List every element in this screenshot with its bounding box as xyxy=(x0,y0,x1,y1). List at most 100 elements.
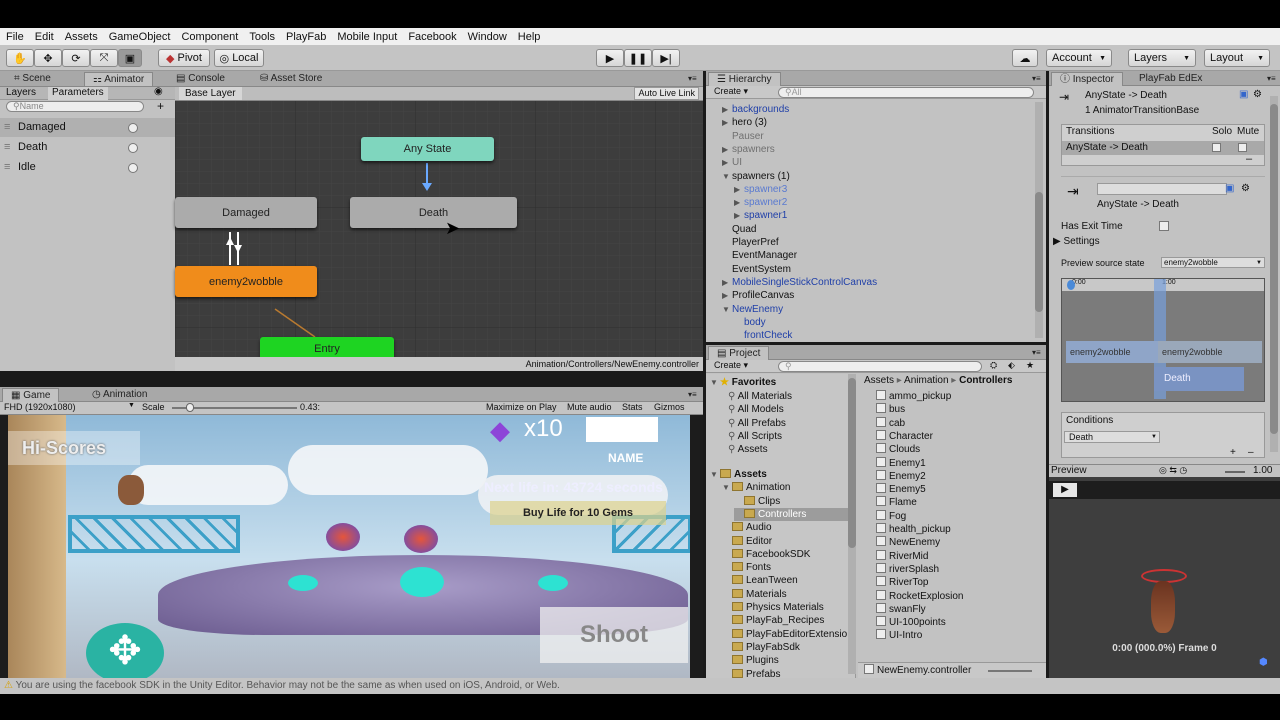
add-condition-button[interactable]: + xyxy=(1230,447,1236,458)
chevron-down-icon[interactable]: ▼ xyxy=(722,481,732,494)
play-button[interactable]: ▶ xyxy=(596,49,624,67)
folder-item[interactable]: Clips xyxy=(734,495,780,508)
favorite-item[interactable]: ⚲ All Prefabs xyxy=(728,417,786,430)
project-file-item[interactable]: swanFly xyxy=(876,602,926,616)
trigger-radio[interactable] xyxy=(128,123,138,133)
hand-tool-button[interactable]: ✋ xyxy=(6,49,34,67)
breadcrumb-item[interactable]: Animation xyxy=(904,375,948,386)
hierarchy-item[interactable]: ▶ MobileSingleStickControlCanvas xyxy=(722,276,877,289)
tab-scene[interactable]: ⌗ Scene xyxy=(6,72,59,86)
gizmos-dropdown[interactable]: Gizmos xyxy=(654,402,685,412)
project-file-item[interactable]: UI-100points xyxy=(876,616,946,629)
maximize-on-play-toggle[interactable]: Maximize on Play xyxy=(486,402,557,412)
menu-item-gameobject[interactable]: GameObject xyxy=(109,31,171,43)
preview-source-dropdown[interactable]: enemy2wobble ▼ xyxy=(1161,257,1265,268)
preview-camera-icon[interactable]: ⬢ xyxy=(1259,657,1268,668)
tab-playfab-edex[interactable]: PlayFab EdEx xyxy=(1131,72,1210,86)
menu-item-facebook[interactable]: Facebook xyxy=(408,31,456,43)
scale-tool-button[interactable]: ⤧ xyxy=(90,49,118,67)
folder-item[interactable]: Controllers xyxy=(734,507,850,521)
favorite-item[interactable]: ⚲ All Models xyxy=(728,403,784,416)
folder-scrollbar[interactable] xyxy=(848,374,856,674)
folder-item[interactable]: Prefabs xyxy=(722,668,780,678)
tab-animation[interactable]: ◷ Animation xyxy=(84,388,155,402)
layers-dropdown[interactable]: Layers ▼ xyxy=(1128,49,1196,67)
remove-condition-button[interactable]: – xyxy=(1248,447,1254,458)
menu-item-edit[interactable]: Edit xyxy=(35,31,54,43)
project-file-item[interactable]: riverSplash xyxy=(876,562,939,576)
hierarchy-item[interactable]: frontCheck xyxy=(734,329,792,342)
hierarchy-item[interactable]: ▶ spawner3 xyxy=(734,183,787,196)
chevron-right-icon[interactable]: ▶ xyxy=(722,103,732,116)
project-search-input[interactable]: ⚲ xyxy=(778,361,982,372)
scrollbar-thumb[interactable] xyxy=(848,378,856,548)
tab-inspector[interactable]: ⓘ Inspector xyxy=(1051,72,1123,86)
scrollbar-thumb[interactable] xyxy=(1035,192,1043,312)
hierarchy-create-button[interactable]: Create ▾ xyxy=(714,86,748,97)
scale-slider-handle[interactable] xyxy=(186,403,194,412)
settings-foldout[interactable]: ▶ Settings xyxy=(1053,236,1100,247)
project-file-item[interactable]: NewEnemy xyxy=(876,536,940,549)
folder-item[interactable]: Plugins xyxy=(722,654,779,667)
chevron-right-icon[interactable]: ▶ xyxy=(722,143,732,156)
folder-item[interactable]: ▼ Animation xyxy=(722,481,790,494)
folder-item[interactable]: Physics Materials xyxy=(722,601,824,614)
mute-checkbox[interactable] xyxy=(1238,143,1247,152)
hierarchy-item[interactable]: EventManager xyxy=(722,249,797,262)
menu-item-playfab[interactable]: PlayFab xyxy=(286,31,326,43)
folder-item[interactable]: FacebookSDK xyxy=(722,548,810,561)
parameters-subtab[interactable]: Parameters xyxy=(48,87,108,100)
folder-item[interactable]: PlayFabEditorExtensio xyxy=(722,628,847,641)
chevron-right-icon[interactable]: ▶ xyxy=(734,183,744,196)
chevron-right-icon[interactable]: ▶ xyxy=(734,196,744,209)
project-file-item[interactable]: Flame xyxy=(876,496,917,509)
resolution-dropdown[interactable]: FHD (1920x1080) xyxy=(4,402,76,412)
icon-size-slider[interactable] xyxy=(988,670,1032,672)
folder-item[interactable]: Audio xyxy=(722,521,772,534)
preview-play-button[interactable]: ▶ xyxy=(1053,483,1077,497)
chevron-right-icon[interactable]: ▶ xyxy=(734,209,744,222)
has-exit-time-checkbox[interactable] xyxy=(1159,221,1169,231)
condition-parameter-dropdown[interactable]: Death ▼ xyxy=(1064,431,1160,443)
hierarchy-item[interactable]: ▼ NewEnemy xyxy=(722,303,783,316)
account-dropdown[interactable]: Account ▼ xyxy=(1046,49,1112,67)
folder-item[interactable]: Editor xyxy=(722,535,772,548)
preview-controls-icons[interactable]: ◎ ⇆ ◷ xyxy=(1159,465,1187,476)
solo-checkbox[interactable] xyxy=(1212,143,1221,152)
shoot-button[interactable]: Shoot xyxy=(540,607,688,663)
layers-subtab[interactable]: Layers xyxy=(6,87,36,98)
parameter-search-input[interactable]: ⚲Name xyxy=(6,101,144,112)
preview-viewport[interactable]: ▶ 0:00 (000.0%) Frame 0 ⬢ xyxy=(1049,477,1280,678)
drag-handle-icon[interactable]: ≡ xyxy=(4,158,10,177)
hierarchy-search-input[interactable]: ⚲All xyxy=(778,87,1034,98)
hierarchy-item[interactable]: ▶ UI xyxy=(722,156,742,169)
help-icon[interactable]: ▣ xyxy=(1225,183,1234,194)
folder-item[interactable]: PlayFabSdk xyxy=(722,641,800,654)
project-file-item[interactable]: health_pickup xyxy=(876,523,951,536)
pause-button[interactable]: ❚❚ xyxy=(624,49,652,67)
project-file-item[interactable]: Character xyxy=(876,429,933,443)
tab-hierarchy[interactable]: ☰ Hierarchy xyxy=(708,72,781,86)
add-parameter-button[interactable]: + xyxy=(157,99,164,113)
folder-item[interactable]: LeanTween xyxy=(722,574,798,587)
rotate-tool-button[interactable]: ⟳ xyxy=(62,49,90,67)
menu-item-component[interactable]: Component xyxy=(181,31,238,43)
menu-item-help[interactable]: Help xyxy=(518,31,541,43)
project-file-item[interactable]: ammo_pickup xyxy=(876,390,951,403)
damaged-state-node[interactable]: Damaged xyxy=(175,197,317,228)
stats-toggle[interactable]: Stats xyxy=(622,402,643,412)
project-file-item[interactable]: Enemy2 xyxy=(876,469,926,483)
tab-asset-store[interactable]: ⛁ Asset Store xyxy=(252,72,330,86)
parameter-row[interactable]: ≡ Death xyxy=(0,138,175,157)
transition-timeline[interactable]: 0:00 1:00 enemy2wobble enemy2wobble Deat… xyxy=(1061,278,1265,402)
preview-speed-slider[interactable] xyxy=(1225,471,1245,473)
hierarchy-item[interactable]: ▶ spawners xyxy=(722,143,775,156)
mute-audio-toggle[interactable]: Mute audio xyxy=(567,402,612,412)
chevron-down-icon[interactable]: ▼ xyxy=(722,170,732,183)
star-icon[interactable]: ★ xyxy=(1026,360,1034,371)
panel-menu-icon[interactable]: ▾≡ xyxy=(1024,346,1049,360)
tab-console[interactable]: ▤ Console xyxy=(168,72,233,86)
folder-item[interactable]: PlayFab_Recipes xyxy=(722,614,824,627)
hierarchy-item[interactable]: ▶ spawner1 xyxy=(734,209,787,222)
project-file-item[interactable]: RocketExplosion xyxy=(876,589,963,603)
